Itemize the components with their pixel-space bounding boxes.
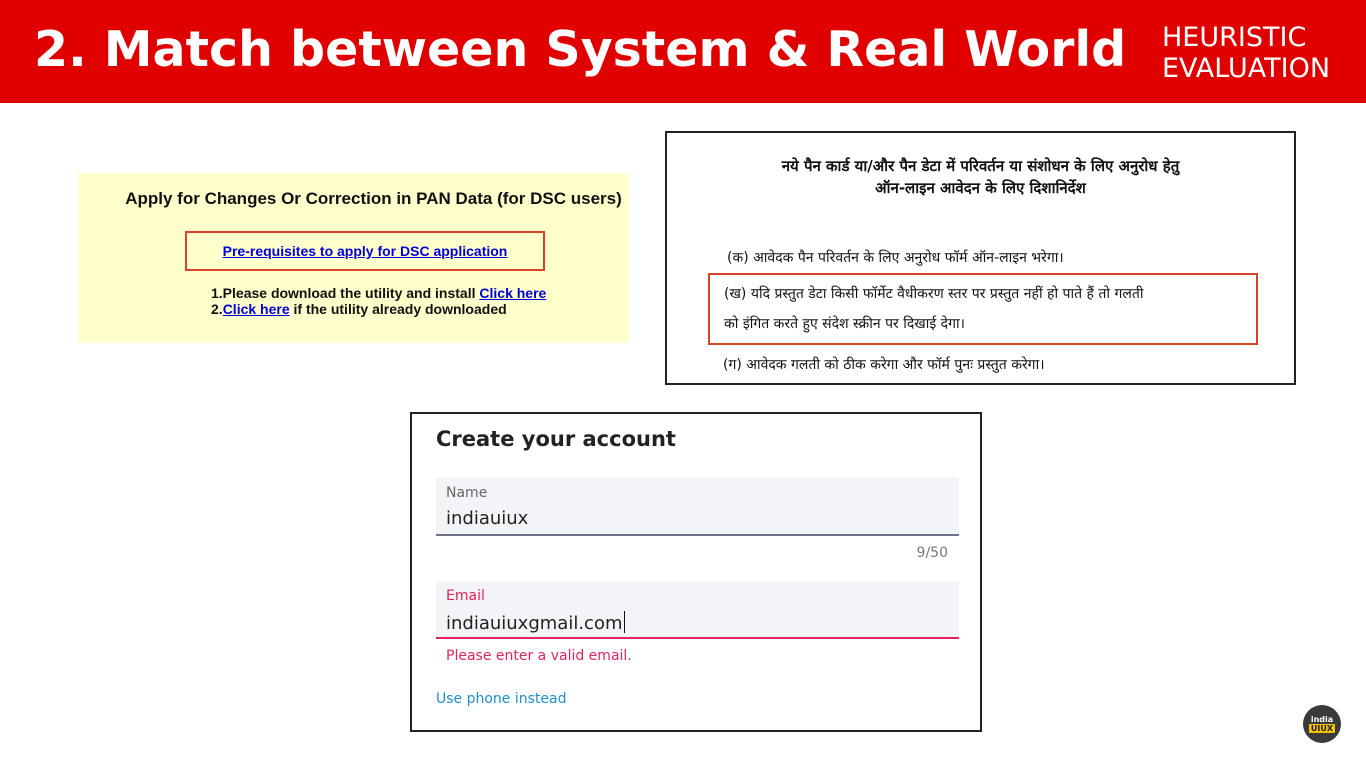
slide-header: 2. Match between System & Real World HEU… — [0, 0, 1366, 103]
hindi-guidelines-title: नये पैन कार्ड या/और पैन डेटा में परिवर्त… — [667, 155, 1294, 199]
section-tag-line1: HEURISTIC — [1162, 22, 1307, 53]
pan-dsc-panel: Apply for Changes Or Correction in PAN D… — [78, 173, 629, 343]
pan-step-1-text: 1.Please download the utility and instal… — [211, 285, 480, 301]
pan-step-2-text: if the utility already downloaded — [289, 301, 507, 317]
email-field-label: Email — [446, 588, 485, 604]
hindi-item-ga: (ग) आवेदक गलती को ठीक करेगा और फॉर्म पुन… — [723, 357, 1045, 373]
hindi-item-ka: (क) आवेदक पैन परिवर्तन के लिए अनुरोध फॉर… — [727, 250, 1064, 266]
hindi-title-line1: नये पैन कार्ड या/और पैन डेटा में परिवर्त… — [781, 157, 1180, 175]
indiauiux-logo: india UIUX — [1303, 705, 1341, 743]
email-error-message: Please enter a valid email. — [446, 648, 632, 664]
hindi-item-kha-line1: (ख) यदि प्रस्तुत डेटा किसी फॉर्मेट वैधीक… — [724, 286, 1144, 302]
create-account-card: Create your account Name indiauiux 9/50 … — [410, 412, 982, 732]
slide-title: 2. Match between System & Real World — [34, 21, 1127, 78]
hindi-item-kha-highlight: (ख) यदि प्रस्तुत डेटा किसी फॉर्मेट वैधीक… — [708, 273, 1258, 345]
pan-panel-title: Apply for Changes Or Correction in PAN D… — [125, 189, 622, 208]
logo-line2: UIUX — [1308, 724, 1336, 733]
prereq-link[interactable]: Pre-requisites to apply for DSC applicat… — [223, 243, 508, 259]
email-field[interactable]: Email indiauiuxgmail.com — [436, 581, 959, 639]
pan-step-1: 1.Please download the utility and instal… — [211, 285, 546, 301]
name-char-counter: 9/50 — [916, 545, 948, 561]
logo-line1: india — [1310, 715, 1334, 724]
text-caret — [623, 611, 625, 633]
utility-downloaded-link[interactable]: Click here — [223, 301, 290, 317]
section-tag: HEURISTIC EVALUATION — [1162, 22, 1332, 84]
section-tag-line2: EVALUATION — [1162, 53, 1331, 84]
hindi-guidelines-panel: नये पैन कार्ड या/और पैन डेटा में परिवर्त… — [665, 131, 1296, 385]
name-field-value[interactable]: indiauiux — [446, 508, 528, 529]
hindi-title-line2: ऑन-लाइन आवेदन के लिए दिशानिर्देश — [875, 179, 1086, 197]
use-phone-link[interactable]: Use phone instead — [436, 691, 567, 707]
email-field-value[interactable]: indiauiuxgmail.com — [446, 613, 623, 634]
prereq-highlight-box: Pre-requisites to apply for DSC applicat… — [185, 231, 545, 271]
hindi-item-kha-line2: को इंगित करते हुए संदेश स्क्रीन पर दिखाई… — [724, 316, 965, 332]
pan-step-2-prefix: 2. — [211, 301, 223, 317]
pan-steps: 1.Please download the utility and instal… — [211, 285, 546, 317]
name-field[interactable]: Name indiauiux — [436, 478, 959, 536]
create-account-title: Create your account — [436, 427, 676, 451]
email-field-value-wrap[interactable]: indiauiuxgmail.com — [446, 611, 625, 634]
name-field-label: Name — [446, 485, 488, 501]
pan-step-2: 2.Click here if the utility already down… — [211, 301, 546, 317]
download-utility-link[interactable]: Click here — [479, 285, 546, 301]
